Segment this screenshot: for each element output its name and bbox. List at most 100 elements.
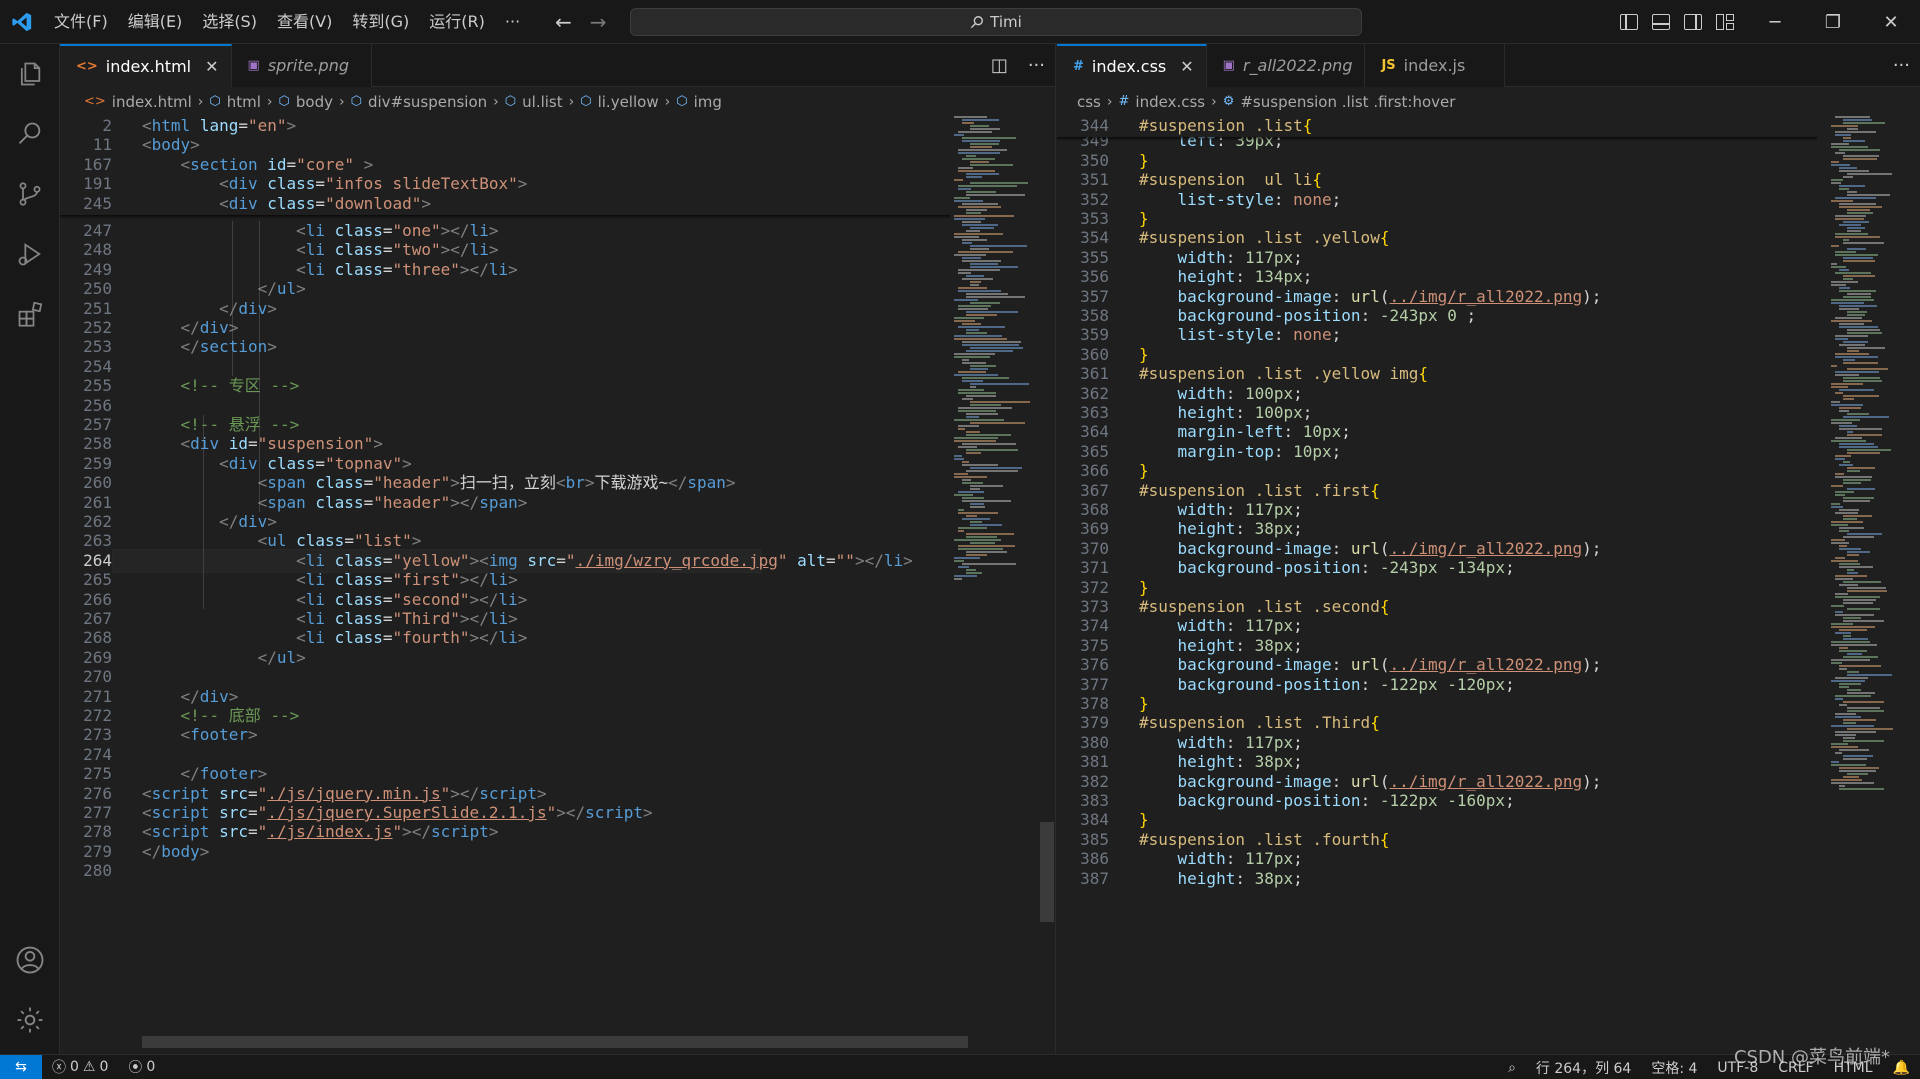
breadcrumb-item[interactable]: img bbox=[694, 93, 722, 111]
minimap-line bbox=[966, 470, 1019, 472]
code-token: ></ bbox=[469, 628, 499, 648]
code-token: < bbox=[555, 473, 566, 493]
minimap-line bbox=[970, 506, 986, 508]
indentation[interactable]: 空格: 4 bbox=[1641, 1055, 1707, 1079]
manage-gear-icon[interactable] bbox=[0, 990, 60, 1050]
minimap-line bbox=[1847, 671, 1860, 673]
breadcrumb-item[interactable]: index.css bbox=[1135, 93, 1205, 111]
vertical-scrollbar[interactable] bbox=[1040, 822, 1054, 922]
minimap-line bbox=[962, 239, 988, 241]
minimap-line bbox=[1843, 119, 1873, 121]
tab-index-html[interactable]: <> index.html ✕ bbox=[60, 44, 232, 87]
extensions-icon[interactable] bbox=[0, 284, 60, 344]
minimize-icon[interactable]: ─ bbox=[1746, 0, 1804, 44]
breadcrumb-item[interactable]: ul.list bbox=[522, 93, 562, 111]
minimap-line bbox=[954, 197, 971, 199]
breadcrumb-item[interactable]: css bbox=[1077, 93, 1101, 111]
code-token: { bbox=[1370, 480, 1380, 500]
breadcrumb-item[interactable]: html bbox=[227, 93, 261, 111]
horizontal-scrollbar[interactable] bbox=[142, 1036, 968, 1048]
toggle-secondary-sidebar-icon[interactable] bbox=[1684, 14, 1702, 30]
line-text: #suspension .list .fourth{ bbox=[1109, 830, 1389, 849]
remote-indicator-icon[interactable]: ⇆ bbox=[0, 1054, 42, 1079]
toggle-panel-icon[interactable] bbox=[1652, 14, 1670, 30]
line-text: #suspension ul li{ bbox=[1109, 170, 1322, 189]
code-token: src bbox=[219, 822, 248, 842]
ports-indicator[interactable]: ⦿ 0 bbox=[118, 1055, 165, 1079]
more-actions-icon[interactable]: ··· bbox=[1028, 55, 1045, 76]
tab-sprite-png[interactable]: ▣ sprite.png bbox=[231, 44, 372, 87]
customize-layout-icon[interactable] bbox=[1716, 14, 1734, 30]
code-line: 366} bbox=[1057, 461, 1149, 480]
minimap-line bbox=[958, 389, 984, 391]
minimap-line bbox=[1831, 503, 1840, 505]
menu-item[interactable]: 转到(G) bbox=[342, 0, 419, 44]
menu-item[interactable]: 文件(F) bbox=[44, 0, 118, 44]
menu-item[interactable]: 查看(V) bbox=[267, 0, 342, 44]
code-token: span bbox=[267, 473, 306, 493]
line-text: <li class="three"></li> bbox=[112, 260, 518, 279]
code-token: ul bbox=[276, 647, 297, 667]
minimap-line bbox=[1835, 455, 1851, 457]
forward-arrow-icon[interactable]: → bbox=[590, 10, 607, 34]
breadcrumb-item[interactable]: index.html bbox=[112, 93, 192, 111]
line-text: <div class="topnav"> bbox=[112, 454, 412, 473]
back-arrow-icon[interactable]: ← bbox=[555, 10, 572, 34]
explorer-icon[interactable] bbox=[0, 44, 60, 104]
close-tab-icon[interactable]: ✕ bbox=[1180, 57, 1193, 76]
breadcrumb-item[interactable]: div#suspension bbox=[368, 93, 487, 111]
code-token: > bbox=[267, 337, 277, 357]
menu-item[interactable]: 运行(R) bbox=[419, 0, 495, 44]
minimap-line bbox=[954, 338, 1008, 340]
minimap-line bbox=[1847, 431, 1854, 433]
accounts-icon[interactable] bbox=[0, 930, 60, 990]
minimap-line bbox=[1831, 386, 1848, 388]
minimap-line bbox=[1843, 122, 1885, 124]
problems-indicator[interactable]: ⓧ 0 ⚠ 0 bbox=[42, 1055, 118, 1079]
tab-index-css[interactable]: # index.css ✕ bbox=[1057, 44, 1207, 87]
menu-item[interactable]: 编辑(E) bbox=[118, 0, 193, 44]
breadcrumb-item[interactable]: body bbox=[296, 93, 333, 111]
restore-icon[interactable]: ❐ bbox=[1804, 0, 1862, 44]
html-code-editor[interactable]: 247 <li class="one"></li> 248 <li class="… bbox=[60, 116, 950, 1054]
tab-index-js[interactable]: JS index.js bbox=[1365, 44, 1506, 87]
css-code-editor[interactable]: 349 left: 39px;350}351#suspension ul li{… bbox=[1057, 116, 1817, 1054]
minimap-line bbox=[958, 290, 1002, 292]
search-icon[interactable] bbox=[0, 104, 60, 164]
cursor-position[interactable]: 行 264，列 64 bbox=[1526, 1055, 1641, 1079]
source-control-icon[interactable] bbox=[0, 164, 60, 224]
minimap[interactable] bbox=[1827, 116, 1917, 956]
code-token: src bbox=[219, 803, 248, 822]
breadcrumb-item[interactable]: #suspension .list .first:hover bbox=[1240, 93, 1455, 111]
close-tab-icon[interactable]: ✕ bbox=[205, 57, 218, 76]
command-center-search[interactable]: Timi bbox=[630, 8, 1362, 36]
code-line: 377 background-position: -122px -120px; bbox=[1057, 675, 1515, 694]
close-window-icon[interactable]: ✕ bbox=[1862, 0, 1920, 44]
line-number: 385 bbox=[1080, 829, 1109, 849]
menu-item[interactable]: 选择(S) bbox=[192, 0, 267, 44]
code-token: width bbox=[1177, 383, 1226, 403]
run-and-debug-icon[interactable] bbox=[0, 224, 60, 284]
code-token: ../img/r_all2022.png bbox=[1389, 655, 1583, 675]
minimap-line bbox=[958, 548, 1004, 550]
code-token: ../img/r_all2022.png bbox=[1389, 538, 1583, 558]
code-token: #suspension .list .second bbox=[1139, 597, 1380, 616]
zoom-icon[interactable]: ⌕ bbox=[1498, 1055, 1526, 1079]
tab-r-all2022-png[interactable]: ▣ r_all2022.png bbox=[1206, 44, 1366, 87]
code-line: 11 <body> bbox=[60, 135, 200, 154]
code-token: </ bbox=[668, 473, 688, 493]
toggle-primary-sidebar-icon[interactable] bbox=[1620, 14, 1638, 30]
minimap-line bbox=[1839, 788, 1884, 790]
line-number: 11 bbox=[92, 135, 112, 155]
minimap-line bbox=[954, 455, 963, 457]
more-actions-icon[interactable]: ··· bbox=[1893, 55, 1910, 76]
split-editor-icon[interactable]: ◫ bbox=[991, 55, 1008, 76]
minimap[interactable] bbox=[950, 116, 1040, 716]
breadcrumb-item[interactable]: li.yellow bbox=[598, 93, 659, 111]
menu-item[interactable]: ··· bbox=[495, 0, 530, 44]
code-token: #suspension .list .yellow img bbox=[1139, 364, 1419, 384]
